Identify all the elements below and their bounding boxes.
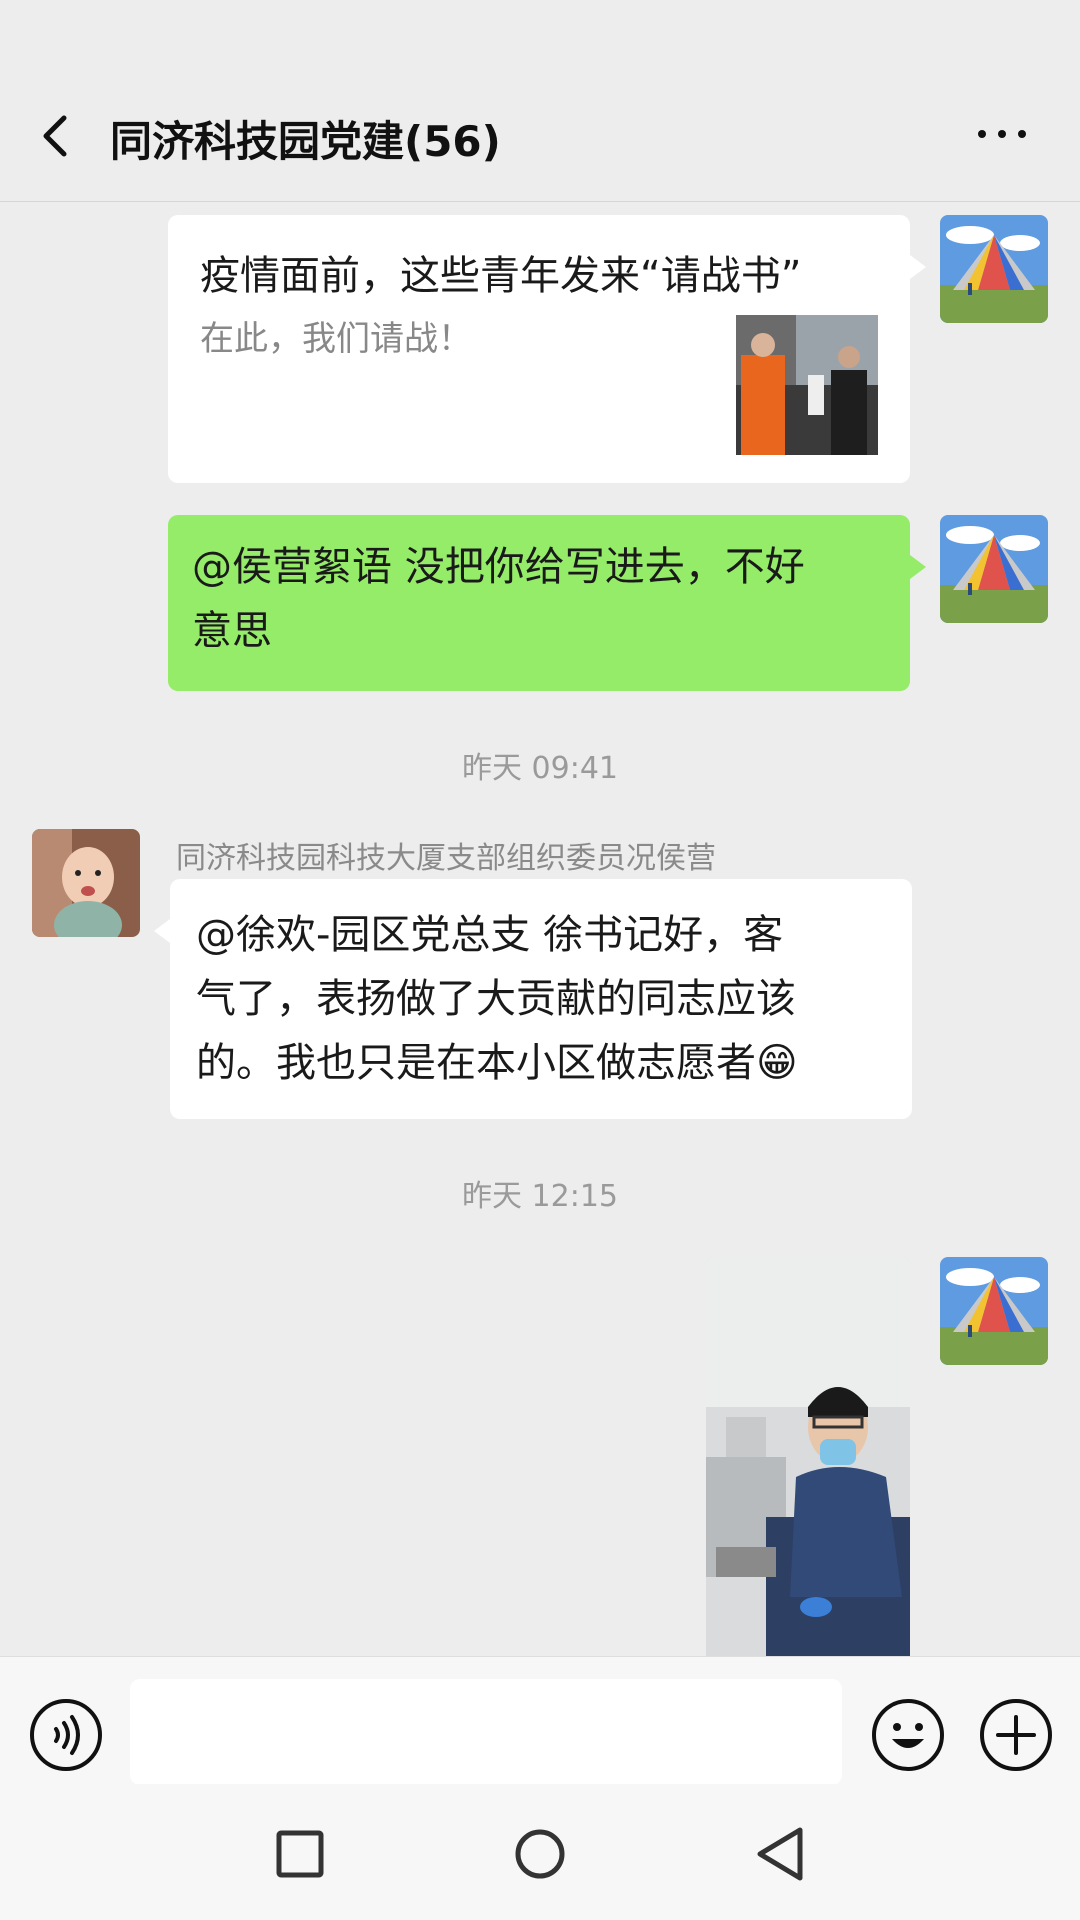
self-avatar[interactable]	[940, 215, 1048, 323]
message-list[interactable]: 疫情面前，这些青年发来“请战书” 在此，我们请战！ @侯营絮语 没把你给写进去，…	[0, 203, 1080, 1656]
message-input[interactable]	[130, 1679, 842, 1785]
plus-icon	[980, 1699, 1052, 1771]
message-text-line: 意思	[192, 608, 272, 654]
chat-title: 同济科技园党建(56)	[110, 117, 501, 166]
system-nav-bar	[0, 1784, 1080, 1920]
card-title: 疫情面前，这些青年发来“请战书”	[200, 253, 802, 299]
back-button[interactable]	[28, 104, 84, 168]
message-text-line: @徐欢-园区党总支 徐书记好，客	[196, 912, 784, 958]
emoji-button[interactable]	[870, 1697, 946, 1773]
emoji-icon	[872, 1699, 944, 1771]
sender-avatar[interactable]	[32, 829, 140, 937]
message-text-fragment: 的。我也只是在本小区做志愿者	[196, 1040, 756, 1086]
input-bar	[0, 1656, 1080, 1785]
more-functions-button[interactable]	[978, 1697, 1054, 1773]
home-button[interactable]	[500, 1814, 580, 1894]
voice-button[interactable]	[28, 1697, 104, 1773]
card-thumbnail	[736, 315, 878, 455]
chat-header: 同济科技园党建(56)	[0, 0, 1080, 202]
triangle-back-icon	[757, 1827, 803, 1881]
grin-emoji-icon: 😁	[756, 1040, 798, 1086]
message-text-line: 气了，表扬做了大贡献的同志应该	[196, 976, 796, 1022]
square-icon	[276, 1830, 324, 1878]
link-card-message[interactable]: 疫情面前，这些青年发来“请战书” 在此，我们请战！	[168, 215, 926, 483]
message-text-line: @侯营絮语 没把你给写进去，不好	[192, 544, 805, 590]
message-text-line: 的。我也只是在本小区做志愿者😁	[196, 1031, 886, 1095]
card-description: 在此，我们请战！	[200, 319, 472, 359]
back-icon	[43, 115, 67, 157]
timestamp: 昨天 09:41	[462, 751, 618, 786]
more-button[interactable]	[972, 116, 1032, 156]
sent-text-message[interactable]: @侯营絮语 没把你给写进去，不好 意思	[168, 515, 926, 691]
chat-screen: 同济科技园党建(56) 疫情面前，这些青年发来“请战书” 在此，我们请战！ @侯…	[0, 0, 1080, 1920]
received-text-message[interactable]: @徐欢-园区党总支 徐书记好，客 气了，表扬做了大贡献的同志应该 的。我也只是在…	[154, 879, 912, 1119]
circle-icon	[515, 1829, 565, 1879]
self-avatar[interactable]	[940, 1257, 1048, 1365]
sent-photo-message[interactable]	[706, 1257, 910, 1656]
sender-name: 同济科技园科技大厦支部组织委员况侯营	[176, 841, 716, 876]
timestamp: 昨天 12:15	[462, 1179, 618, 1214]
system-back-button[interactable]	[740, 1814, 820, 1894]
more-icon-dot	[998, 130, 1006, 138]
more-icon	[978, 130, 986, 138]
more-icon-dot	[1018, 130, 1026, 138]
voice-icon	[30, 1699, 102, 1771]
recents-button[interactable]	[260, 1814, 340, 1894]
self-avatar[interactable]	[940, 515, 1048, 623]
